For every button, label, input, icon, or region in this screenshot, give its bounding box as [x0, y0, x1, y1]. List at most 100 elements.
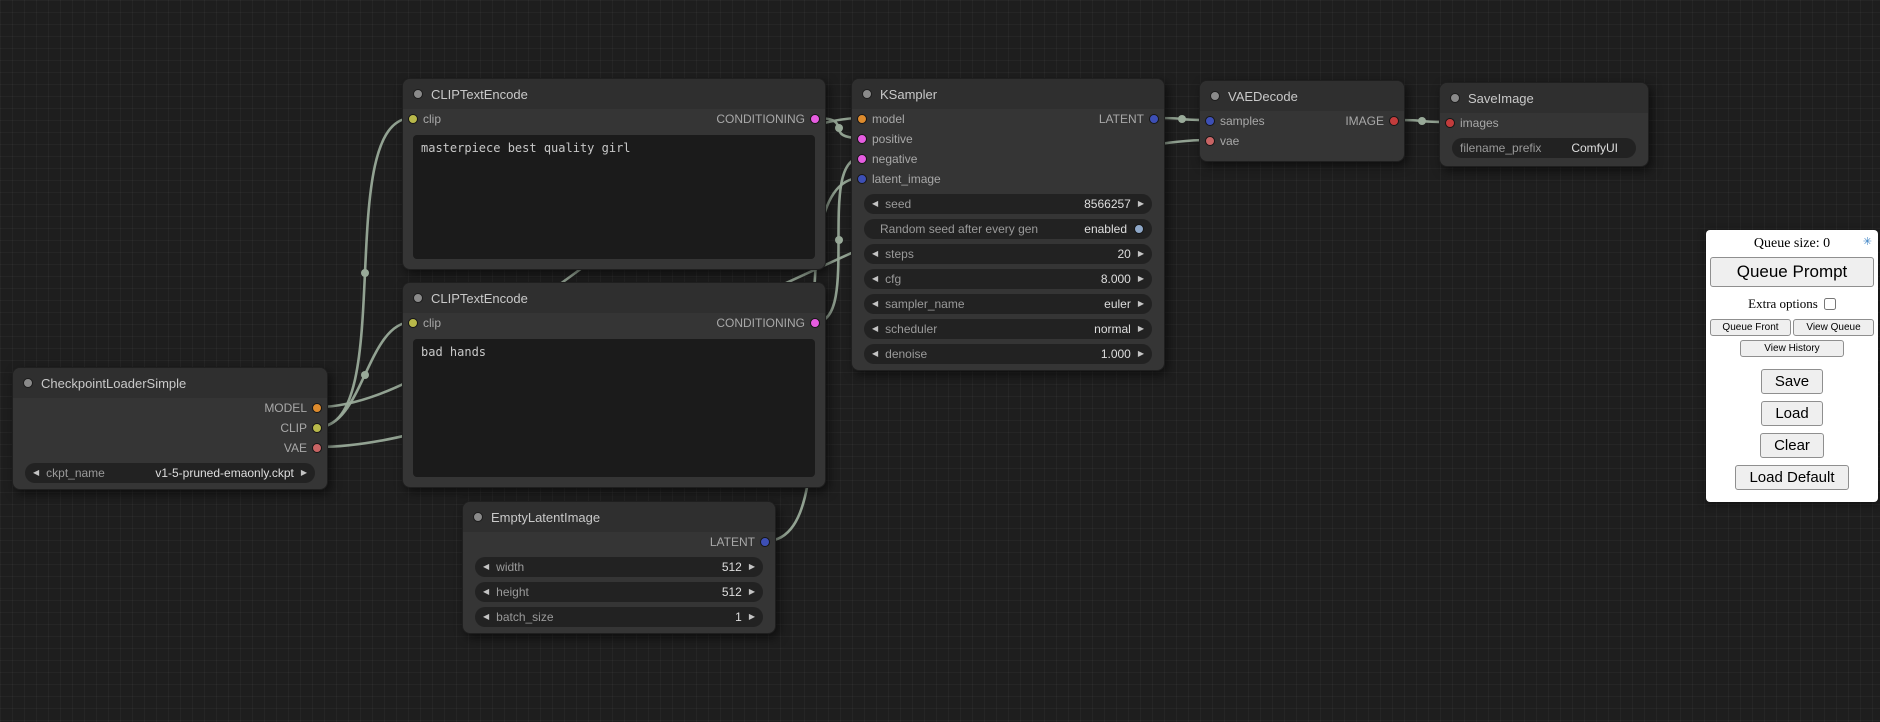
decrement-arrow-icon[interactable]: ◀ [872, 300, 878, 308]
widget-seed[interactable]: ◀ seed 8566257 ▶ [864, 194, 1152, 214]
load-default-button[interactable]: Load Default [1735, 465, 1848, 490]
samples-input-port[interactable] [1205, 116, 1215, 126]
node-collapse-dot[interactable] [473, 512, 483, 522]
widget-random-seed-toggle[interactable]: Random seed after every gen enabled [864, 219, 1152, 239]
node-clip-text-encode-positive[interactable]: CLIPTextEncode clip CONDITIONING masterp… [402, 78, 826, 270]
node-title-bar[interactable]: SaveImage [1440, 83, 1648, 113]
decrement-arrow-icon[interactable]: ◀ [483, 563, 489, 571]
widget-batch-size[interactable]: ◀ batch_size 1 ▶ [475, 607, 763, 627]
node-title: KSampler [880, 87, 937, 102]
widget-height[interactable]: ◀ height 512 ▶ [475, 582, 763, 602]
positive-input-port[interactable] [857, 134, 867, 144]
prompt-textarea[interactable]: masterpiece best quality girl [413, 135, 815, 259]
node-collapse-dot[interactable] [1450, 93, 1460, 103]
output-label: LATENT [1099, 112, 1144, 126]
decrement-arrow-icon[interactable]: ◀ [872, 200, 878, 208]
view-queue-button[interactable]: View Queue [1793, 319, 1874, 336]
clip-output-port[interactable] [312, 423, 322, 433]
conditioning-output-port[interactable] [810, 318, 820, 328]
clip-input-port[interactable] [408, 114, 418, 124]
latent-output-port[interactable] [760, 537, 770, 547]
node-collapse-dot[interactable] [413, 89, 423, 99]
node-checkpoint-loader-simple[interactable]: CheckpointLoaderSimple MODEL CLIP VAE ◀ … [12, 367, 328, 490]
decrement-arrow-icon[interactable]: ◀ [872, 275, 878, 283]
node-ksampler[interactable]: KSampler model LATENT positive negative … [851, 78, 1165, 371]
save-button[interactable]: Save [1761, 369, 1823, 394]
increment-arrow-icon[interactable]: ▶ [1138, 350, 1144, 358]
images-input-port[interactable] [1445, 118, 1455, 128]
vae-output-port[interactable] [312, 443, 322, 453]
node-save-image[interactable]: SaveImage images filename_prefix ComfyUI [1439, 82, 1649, 167]
increment-arrow-icon[interactable]: ▶ [749, 613, 755, 621]
widget-cfg[interactable]: ◀ cfg 8.000 ▶ [864, 269, 1152, 289]
node-clip-text-encode-negative[interactable]: CLIPTextEncode clip CONDITIONING bad han… [402, 282, 826, 488]
node-collapse-dot[interactable] [413, 293, 423, 303]
clear-button[interactable]: Clear [1760, 433, 1824, 458]
extra-options-label: Extra options [1748, 296, 1818, 312]
node-collapse-dot[interactable] [1210, 91, 1220, 101]
widget-steps[interactable]: ◀ steps 20 ▶ [864, 244, 1152, 264]
node-collapse-dot[interactable] [23, 378, 33, 388]
vae-input-port[interactable] [1205, 136, 1215, 146]
toggle-on-dot[interactable] [1134, 224, 1144, 234]
widget-label: denoise [885, 347, 927, 361]
decrement-arrow-icon[interactable]: ◀ [872, 350, 878, 358]
node-title-bar[interactable]: KSampler [852, 79, 1164, 109]
increment-arrow-icon[interactable]: ▶ [1138, 200, 1144, 208]
latent-output-port[interactable] [1149, 114, 1159, 124]
decrement-arrow-icon[interactable]: ◀ [872, 325, 878, 333]
queue-front-button[interactable]: Queue Front [1710, 319, 1791, 336]
decrement-arrow-icon[interactable]: ◀ [872, 250, 878, 258]
node-vae-decode[interactable]: VAEDecode samples IMAGE vae [1199, 80, 1405, 162]
node-title-bar[interactable]: CheckpointLoaderSimple [13, 368, 327, 398]
clip-input-port[interactable] [408, 318, 418, 328]
view-history-button[interactable]: View History [1740, 340, 1845, 357]
increment-arrow-icon[interactable]: ▶ [1138, 325, 1144, 333]
node-title: VAEDecode [1228, 89, 1298, 104]
output-label: LATENT [710, 535, 755, 549]
widget-sampler-name[interactable]: ◀ sampler_name euler ▶ [864, 294, 1152, 314]
image-output-port[interactable] [1389, 116, 1399, 126]
widget-value: 8566257 [918, 197, 1131, 211]
graph-canvas[interactable]: { "colors": { "link": "#99AA99", "model"… [0, 0, 1880, 722]
slot-row: model LATENT [852, 109, 1164, 129]
node-collapse-dot[interactable] [862, 89, 872, 99]
slot-row: samples IMAGE [1200, 111, 1404, 131]
widget-filename-prefix[interactable]: filename_prefix ComfyUI [1452, 138, 1636, 158]
widget-denoise[interactable]: ◀ denoise 1.000 ▶ [864, 344, 1152, 364]
node-title-bar[interactable]: EmptyLatentImage [463, 502, 775, 532]
increment-arrow-icon[interactable]: ▶ [749, 563, 755, 571]
latent-image-input-port[interactable] [857, 174, 867, 184]
widget-scheduler[interactable]: ◀ scheduler normal ▶ [864, 319, 1152, 339]
load-button[interactable]: Load [1761, 401, 1822, 426]
widget-label: sampler_name [885, 297, 964, 311]
increment-arrow-icon[interactable]: ▶ [749, 588, 755, 596]
output-label: MODEL [264, 401, 307, 415]
increment-arrow-icon[interactable]: ▶ [1138, 275, 1144, 283]
node-title-bar[interactable]: CLIPTextEncode [403, 79, 825, 109]
node-empty-latent-image[interactable]: EmptyLatentImage LATENT ◀ width 512 ▶ ◀ … [462, 501, 776, 634]
widget-label: cfg [885, 272, 901, 286]
prompt-textarea[interactable]: bad hands [413, 339, 815, 477]
input-label: clip [423, 112, 441, 126]
widget-value: 20 [921, 247, 1131, 261]
negative-input-port[interactable] [857, 154, 867, 164]
widget-width[interactable]: ◀ width 512 ▶ [475, 557, 763, 577]
decrement-arrow-icon[interactable]: ◀ [33, 469, 39, 477]
widget-value: 512 [531, 560, 742, 574]
decrement-arrow-icon[interactable]: ◀ [483, 613, 489, 621]
conditioning-output-port[interactable] [810, 114, 820, 124]
settings-icon[interactable]: ✳ [1863, 235, 1872, 248]
increment-arrow-icon[interactable]: ▶ [1138, 300, 1144, 308]
decrement-arrow-icon[interactable]: ◀ [483, 588, 489, 596]
queue-prompt-button[interactable]: Queue Prompt [1710, 257, 1874, 287]
node-title-bar[interactable]: CLIPTextEncode [403, 283, 825, 313]
increment-arrow-icon[interactable]: ▶ [301, 469, 307, 477]
widget-label: steps [885, 247, 914, 261]
model-output-port[interactable] [312, 403, 322, 413]
node-title-bar[interactable]: VAEDecode [1200, 81, 1404, 111]
extra-options-checkbox[interactable] [1824, 298, 1836, 310]
increment-arrow-icon[interactable]: ▶ [1138, 250, 1144, 258]
model-input-port[interactable] [857, 114, 867, 124]
widget-ckpt-name[interactable]: ◀ ckpt_name v1-5-pruned-emaonly.ckpt ▶ [25, 463, 315, 483]
